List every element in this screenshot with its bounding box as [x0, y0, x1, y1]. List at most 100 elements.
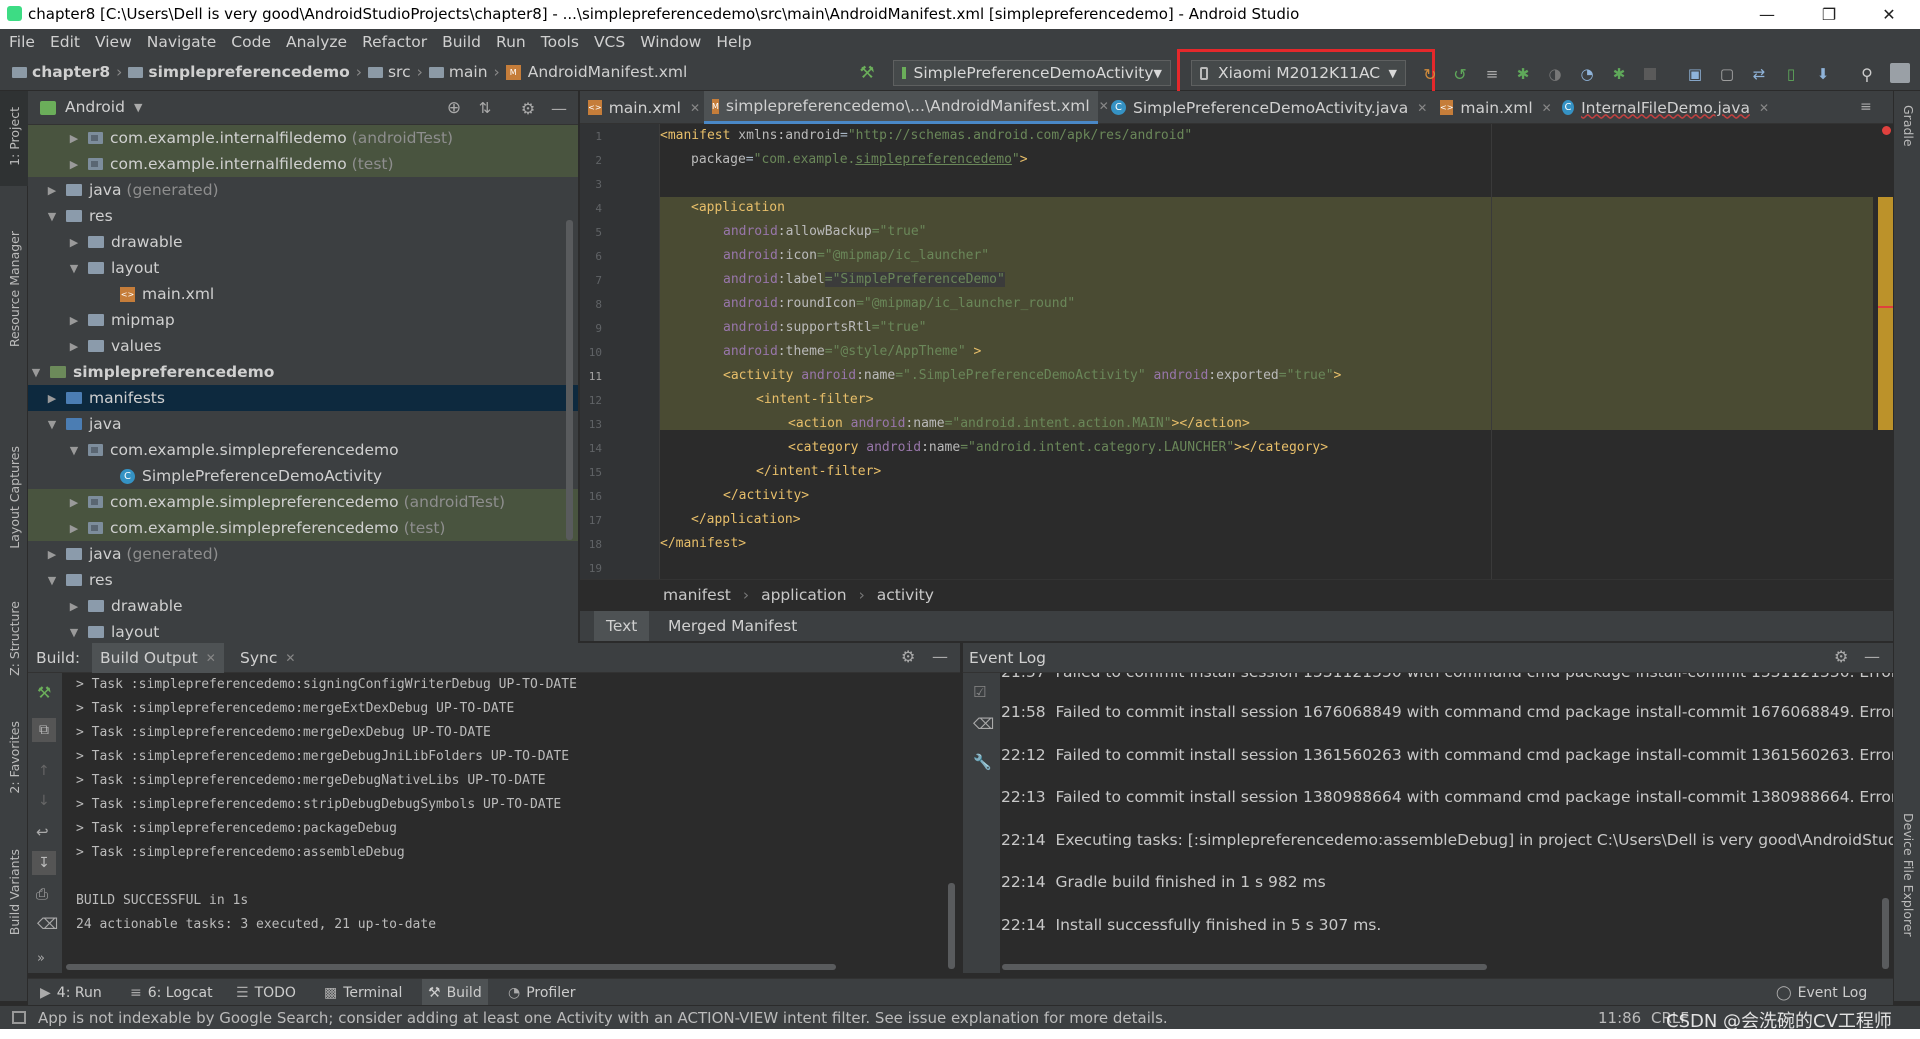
- debug-icon[interactable]: ✱: [1514, 65, 1532, 83]
- caret-position[interactable]: 11:86: [1598, 1009, 1641, 1027]
- tab-main-xml-2[interactable]: <> main.xml ✕: [1432, 91, 1552, 124]
- chevron-right-icon[interactable]: ▶: [66, 236, 82, 249]
- wrench-icon[interactable]: 🔧: [973, 753, 992, 771]
- project-scrollbar[interactable]: [566, 220, 573, 540]
- project-structure-icon[interactable]: ▣: [1686, 65, 1704, 83]
- tree-item[interactable]: ▼ com.example.simplepreferencedemo: [28, 437, 578, 463]
- project-view-select[interactable]: Android: [65, 98, 125, 116]
- gear-icon[interactable]: ⚙: [1834, 647, 1848, 666]
- menu-tools[interactable]: Tools: [532, 29, 585, 55]
- sdk-manager-icon[interactable]: ⬇: [1814, 65, 1832, 83]
- tree-item[interactable]: ▼ java: [28, 411, 578, 437]
- tab-merged-manifest[interactable]: Merged Manifest: [656, 611, 809, 641]
- trash-icon[interactable]: ⌫: [973, 715, 994, 733]
- menu-code[interactable]: Code: [222, 29, 277, 55]
- profile-icon[interactable]: ◔: [1578, 65, 1596, 83]
- hide-panel-icon[interactable]: —: [932, 647, 948, 666]
- run-config-select[interactable]: SimplePreferenceDemoActivity ▼: [893, 60, 1171, 86]
- tab-text[interactable]: Text: [594, 611, 650, 641]
- tab-android-manifest[interactable]: Msimplepreferencedemo\...\AndroidManifes…: [704, 91, 1109, 124]
- build-scrollbar[interactable]: [948, 883, 955, 969]
- crumb-manifest[interactable]: AndroidManifest.xml: [528, 63, 688, 81]
- tool-resource-manager[interactable]: Resource Manager: [7, 231, 22, 347]
- chevron-right-icon[interactable]: ▶: [66, 314, 82, 327]
- trash-icon[interactable]: ⌫: [37, 915, 58, 933]
- tool-build-variants[interactable]: Build Variants: [7, 849, 22, 935]
- tree-item[interactable]: ▼ layout: [28, 255, 578, 281]
- menu-view[interactable]: View: [86, 29, 138, 55]
- more-icon[interactable]: »: [37, 951, 45, 966]
- tool-todo[interactable]: ☰ TODO: [236, 979, 296, 1006]
- close-tab-icon[interactable]: ✕: [206, 651, 216, 665]
- code-editor[interactable]: 1 2 3 4 5 6 7 8 9 10 11 12 13 14 15 16 1…: [580, 124, 1893, 579]
- chevron-right-icon[interactable]: ▶: [66, 522, 82, 535]
- error-indicator-icon[interactable]: [1882, 126, 1891, 135]
- stop-icon[interactable]: [1644, 68, 1656, 80]
- print-icon[interactable]: ⎙: [36, 885, 48, 903]
- status-message[interactable]: App is not indexable by Google Search; c…: [38, 1009, 1168, 1027]
- menu-help[interactable]: Help: [707, 29, 757, 55]
- tree-item[interactable]: ▶ com.example.internalfiledemo (androidTe…: [28, 125, 578, 151]
- menu-build[interactable]: Build: [433, 29, 487, 55]
- tree-item[interactable]: ▶ java (generated): [28, 177, 578, 203]
- chevron-down-icon[interactable]: ▼: [66, 262, 82, 275]
- close-tab-icon[interactable]: ✕: [1759, 101, 1769, 115]
- build-output[interactable]: > Task :simplepreferencedemo:signingConf…: [62, 673, 960, 973]
- menu-refactor[interactable]: Refactor: [353, 29, 433, 55]
- tree-item[interactable]: ▶ java (generated): [28, 541, 578, 567]
- chevron-down-icon[interactable]: ▼: [66, 626, 82, 639]
- coverage-icon[interactable]: ◑: [1546, 65, 1564, 83]
- tool-favorites[interactable]: 2: Favorites: [7, 721, 22, 794]
- menu-file[interactable]: File: [0, 29, 41, 55]
- tree-item[interactable]: ▼ res: [28, 567, 578, 593]
- gear-icon[interactable]: ⚙: [518, 98, 538, 118]
- tree-item[interactable]: ▶ values: [28, 333, 578, 359]
- attach-icon[interactable]: ≡: [1483, 65, 1501, 83]
- crumb-src[interactable]: src: [388, 63, 411, 81]
- chevron-down-icon[interactable]: ▼: [44, 210, 60, 223]
- mark-read-icon[interactable]: ☑: [973, 683, 986, 701]
- tree-item[interactable]: ▶ com.example.simplepreferencedemo (andro…: [28, 489, 578, 515]
- chevron-down-icon[interactable]: ▼: [44, 574, 60, 587]
- tool-terminal[interactable]: ▩ Terminal: [324, 979, 402, 1006]
- tree-item[interactable]: ▶ drawable: [28, 229, 578, 255]
- chevron-down-icon[interactable]: ▼: [44, 418, 60, 431]
- close-tab-icon[interactable]: ✕: [285, 651, 295, 665]
- tool-gradle[interactable]: Gradle: [1901, 105, 1916, 147]
- tab-list-icon[interactable]: ≡: [1860, 99, 1872, 115]
- minimize-icon[interactable]: —: [1744, 0, 1790, 29]
- chevron-right-icon[interactable]: ▶: [66, 132, 82, 145]
- hide-panel-icon[interactable]: —: [549, 98, 569, 118]
- tree-item[interactable]: ▼ simplepreferencedemo: [28, 359, 578, 385]
- hammer-icon[interactable]: ⚒: [857, 63, 877, 83]
- close-icon[interactable]: ✕: [1866, 0, 1912, 29]
- chevron-right-icon[interactable]: ▶: [66, 340, 82, 353]
- avatar[interactable]: [1890, 63, 1910, 83]
- avd-manager-icon[interactable]: ▯: [1782, 65, 1800, 83]
- tool-profiler[interactable]: ◔ Profiler: [508, 979, 576, 1006]
- close-tab-icon[interactable]: ✕: [1417, 101, 1427, 115]
- locate-icon[interactable]: ⊕: [444, 98, 464, 118]
- menu-analyze[interactable]: Analyze: [277, 29, 353, 55]
- tool-layout-captures[interactable]: Layout Captures: [7, 446, 22, 549]
- chevron-right-icon[interactable]: ▶: [66, 600, 82, 613]
- breadcrumb-activity[interactable]: activity: [877, 586, 934, 604]
- event-scrollbar[interactable]: [1882, 898, 1889, 969]
- crumb-chapter8[interactable]: chapter8: [32, 63, 110, 81]
- tab-sync[interactable]: Sync ✕: [232, 643, 303, 673]
- hammer-icon[interactable]: ⚒: [37, 683, 51, 702]
- tool-logcat[interactable]: ≡ 6: Logcat: [130, 979, 213, 1006]
- scroll-to-end-icon[interactable]: ↧: [32, 851, 56, 875]
- tool-event-log[interactable]: ◯ Event Log: [1776, 979, 1867, 1006]
- tab-internal-file-demo[interactable]: C InternalFileDemo.java ✕: [1554, 91, 1769, 124]
- menu-window[interactable]: Window: [631, 29, 707, 55]
- chevron-right-icon[interactable]: ▶: [44, 184, 60, 197]
- close-tab-icon[interactable]: ✕: [690, 101, 700, 115]
- breadcrumb-manifest[interactable]: manifest: [663, 586, 731, 604]
- event-log-output[interactable]: 21:57 Failed to commit install session 1…: [1000, 673, 1893, 973]
- close-tab-icon[interactable]: ✕: [1542, 101, 1552, 115]
- sync-icon[interactable]: ▢: [1718, 65, 1736, 83]
- tree-item[interactable]: ▶ mipmap: [28, 307, 578, 333]
- tab-build-output[interactable]: Build Output ✕: [92, 643, 224, 673]
- chevron-right-icon[interactable]: ▶: [44, 392, 60, 405]
